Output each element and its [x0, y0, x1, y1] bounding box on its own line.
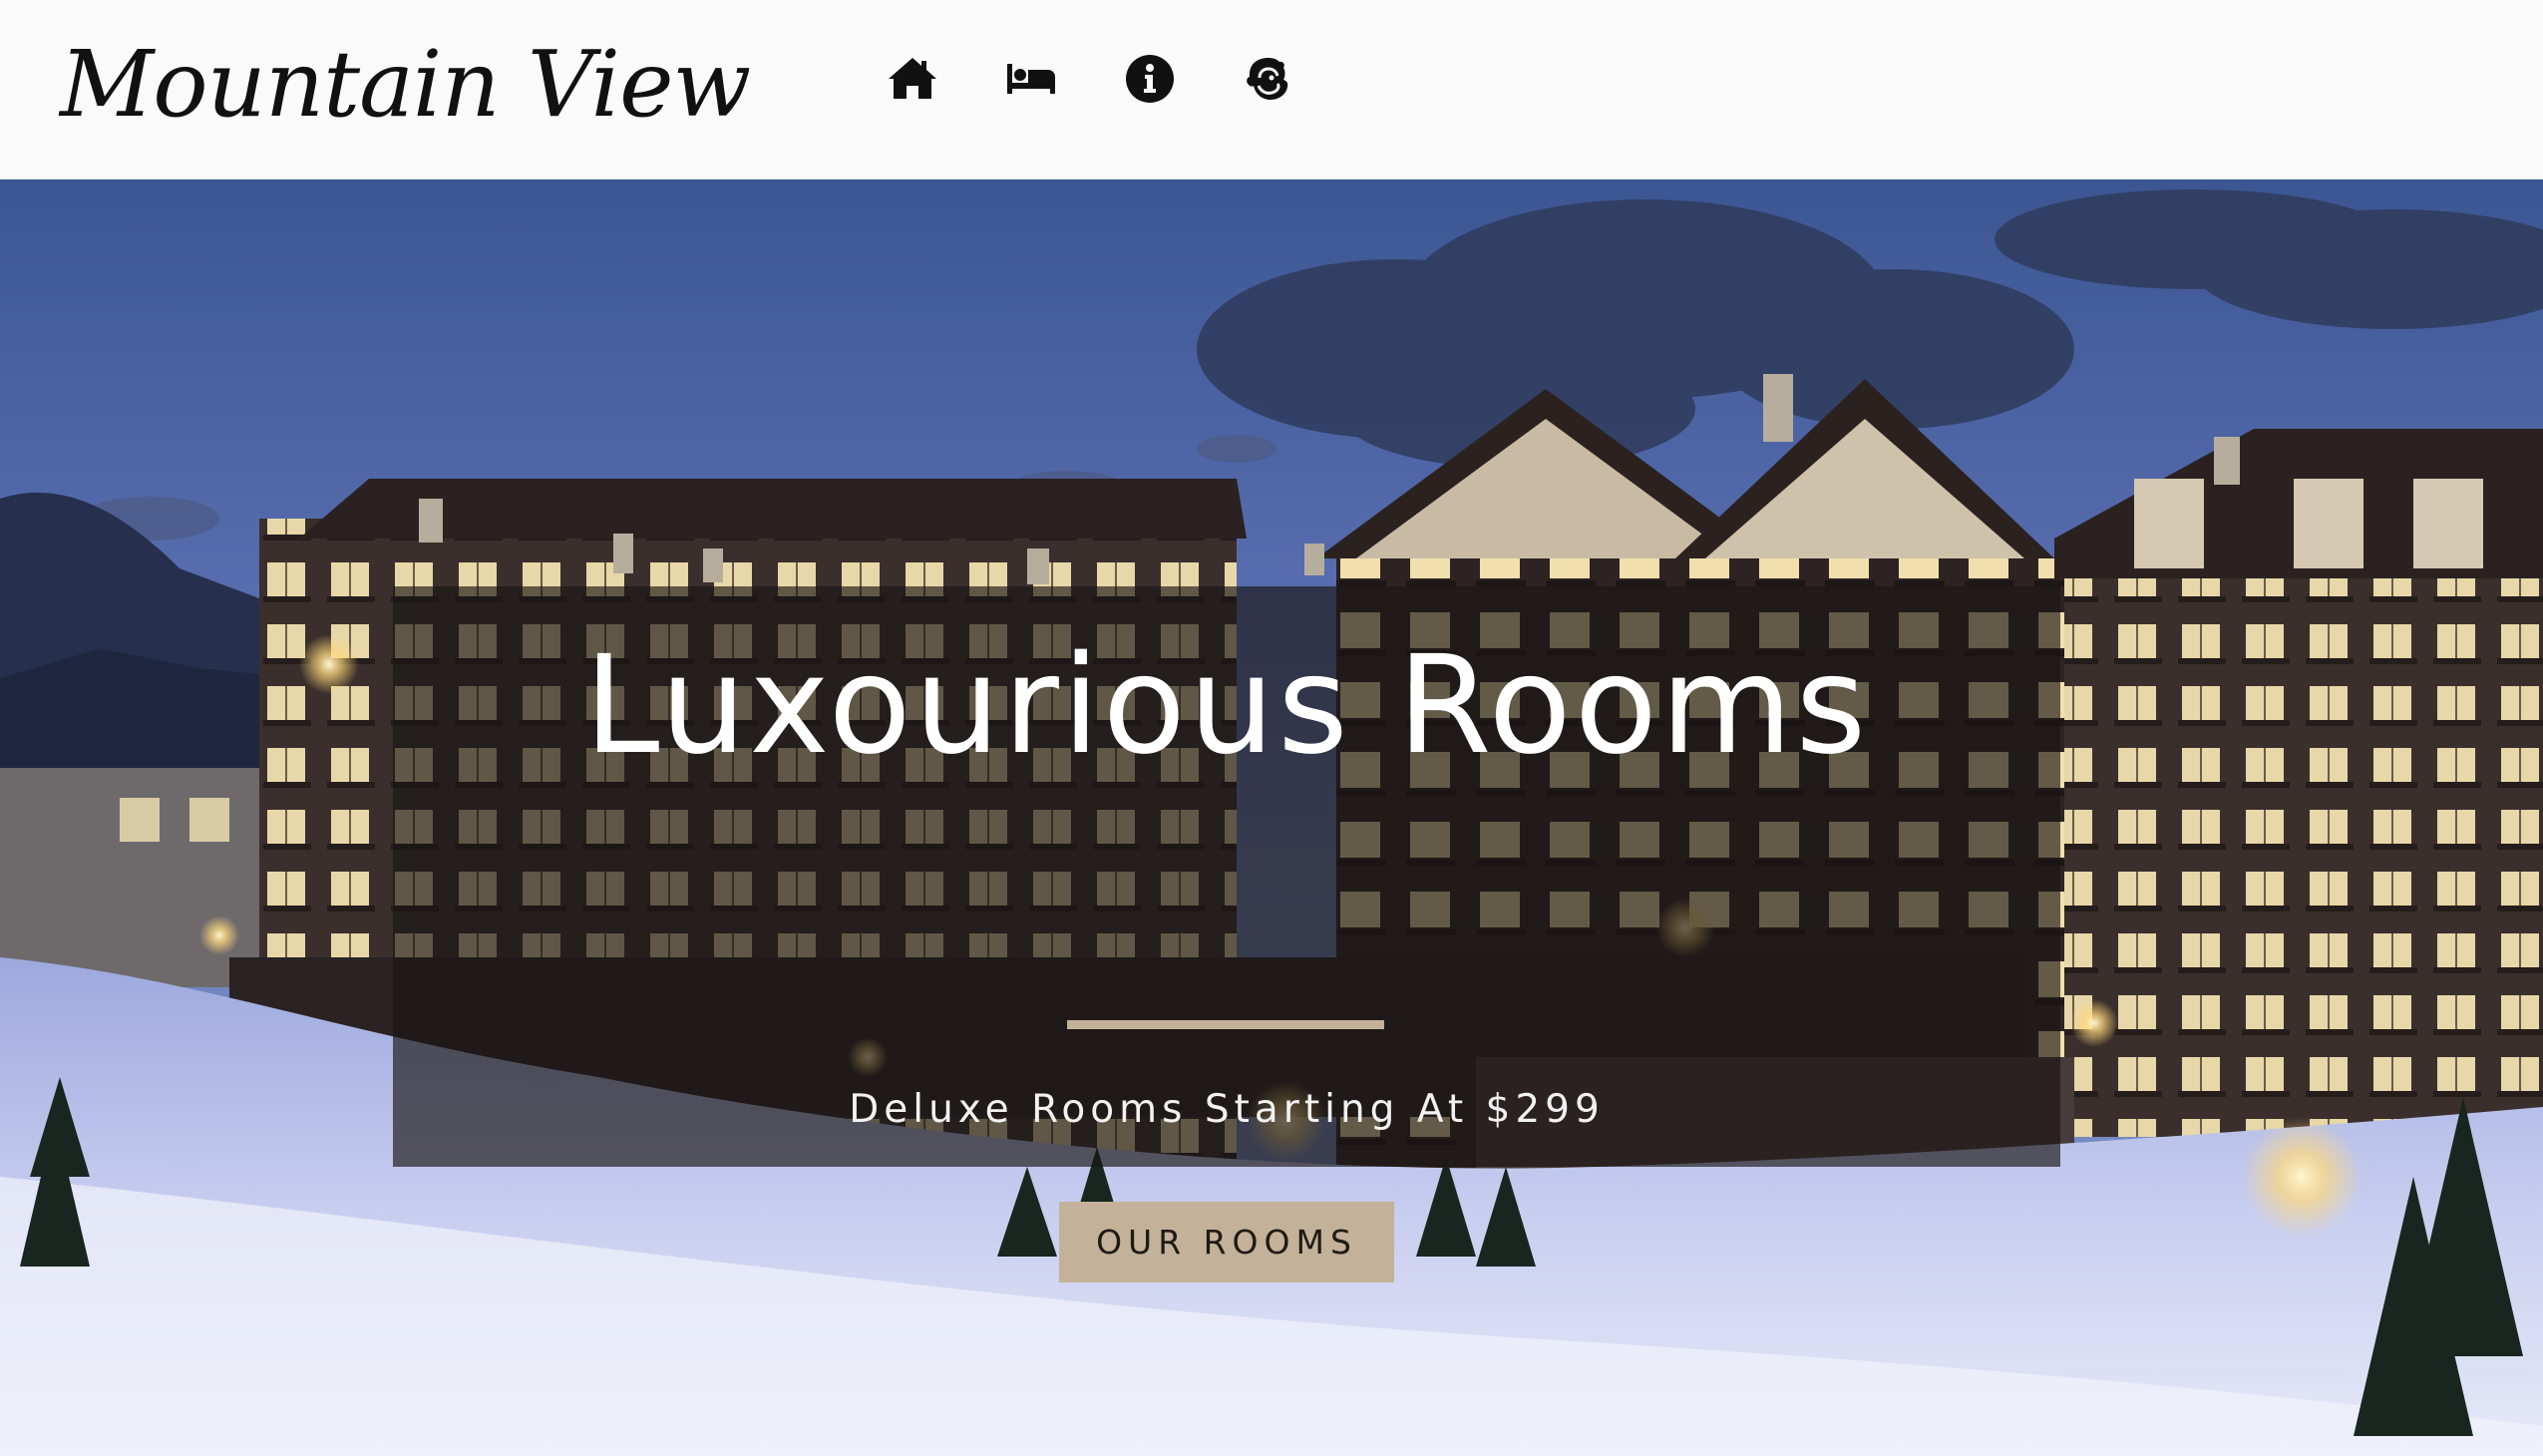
navbar: Mountain View: [0, 0, 2543, 180]
hero-title: Luxourious Rooms: [583, 627, 1870, 785]
hero-subtitle: Deluxe Rooms Starting At $299: [849, 1087, 1605, 1132]
bed-icon[interactable]: [1004, 52, 1058, 106]
brand-logo[interactable]: Mountain View: [60, 20, 751, 150]
hero-overlay-box: Luxourious Rooms Deluxe Rooms Starting A…: [393, 586, 2060, 1282]
mailchimp-icon[interactable]: [1242, 52, 1295, 106]
home-icon[interactable]: [886, 52, 939, 106]
our-rooms-button[interactable]: OUR ROOMS: [1059, 1202, 1394, 1282]
info-icon[interactable]: [1123, 52, 1177, 106]
nav-icon-bar: [886, 52, 1295, 106]
hero-divider: [1067, 1020, 1384, 1029]
hero-section: Luxourious Rooms Deluxe Rooms Starting A…: [0, 180, 2543, 1456]
